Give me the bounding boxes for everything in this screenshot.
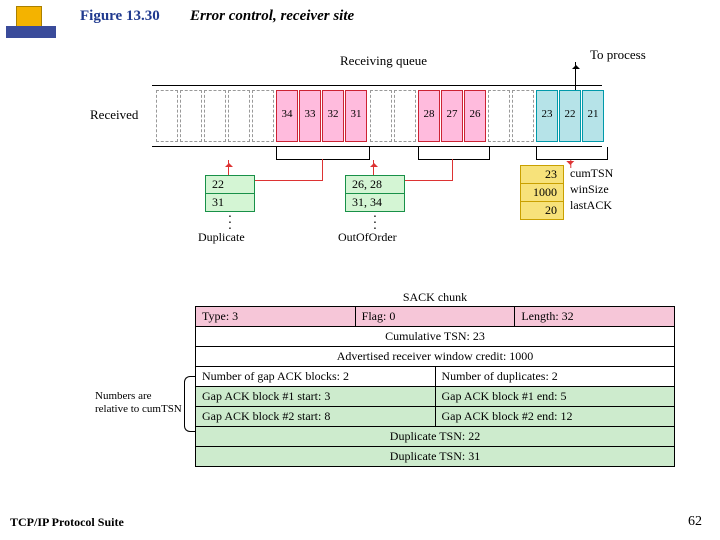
queue-cell: 32	[322, 90, 344, 142]
figure-title: Error control, receiver site	[190, 8, 354, 25]
lastack-label: lastACK	[570, 198, 612, 213]
state-cumtsn: 23	[520, 165, 564, 184]
page-number: 62	[688, 514, 702, 530]
sack-header-row: Type: 3 Flag: 0 Length: 32	[195, 306, 675, 327]
sack-dup1: Duplicate TSN: 22	[196, 427, 674, 446]
sack-length: Length: 32	[515, 307, 674, 326]
sack-title: SACK chunk	[195, 290, 675, 305]
sack-gap1-start: Gap ACK block #1 start: 3	[196, 387, 436, 406]
queue-cell: 27	[441, 90, 463, 142]
duplicate-box: 22 31 ···	[205, 175, 255, 233]
brace-icon	[184, 376, 195, 432]
queue-cell: 21	[582, 90, 604, 142]
queue-cell: 22	[559, 90, 581, 142]
ooo-line: 26, 28	[345, 175, 405, 194]
sack-dup-row: Duplicate TSN: 22	[195, 426, 675, 447]
sack-gap-row: Gap ACK block #2 start: 8 Gap ACK block …	[195, 406, 675, 427]
footer-title: TCP/IP Protocol Suite	[10, 515, 124, 530]
sack-gap1-end: Gap ACK block #1 end: 5	[436, 387, 675, 406]
dup-line: 22	[205, 175, 255, 194]
state-lastack: 20	[520, 201, 564, 220]
queue-cell: 34	[276, 90, 298, 142]
received-label: Received	[90, 107, 138, 123]
receiving-queue-label: Receiving queue	[340, 53, 427, 69]
queue-cell: 28	[418, 90, 440, 142]
sack-credit-row: Advertised receiver window credit: 1000	[195, 346, 675, 367]
sack-cum: Cumulative TSN: 23	[196, 327, 674, 346]
sack-dup-count: Number of duplicates: 2	[436, 367, 675, 386]
sack-counts-row: Number of gap ACK blocks: 2 Number of du…	[195, 366, 675, 387]
sack-dup-row: Duplicate TSN: 31	[195, 446, 675, 467]
sack-flag: Flag: 0	[356, 307, 516, 326]
sack-gap2-end: Gap ACK block #2 end: 12	[436, 407, 675, 426]
out-of-order-box: 26, 28 31, 34 ···	[345, 175, 405, 233]
diagram: Receiving queue To process Received 34 3…	[90, 35, 680, 295]
queue-cell: 23	[536, 90, 558, 142]
sack-chunk: SACK chunk Type: 3 Flag: 0 Length: 32 Cu…	[195, 290, 675, 467]
state-winsize: 1000	[520, 183, 564, 202]
sack-note: Numbers are relative to cumTSN	[95, 390, 185, 416]
sack-gap-row: Gap ACK block #1 start: 3 Gap ACK block …	[195, 386, 675, 407]
queue-cell: 26	[464, 90, 486, 142]
bracket-block3	[536, 147, 608, 160]
duplicate-label: Duplicate	[198, 230, 245, 245]
sack-gap2-start: Gap ACK block #2 start: 8	[196, 407, 436, 426]
queue-cell: 31	[345, 90, 367, 142]
winsize-label: winSize	[570, 182, 609, 197]
slide: Figure 13.30 Error control, receiver sit…	[0, 0, 720, 540]
sack-gap-count: Number of gap ACK blocks: 2	[196, 367, 436, 386]
sack-cum-row: Cumulative TSN: 23	[195, 326, 675, 347]
sack-type: Type: 3	[196, 307, 356, 326]
slide-logo	[6, 6, 56, 48]
out-of-order-label: OutOfOrder	[338, 230, 397, 245]
queue-cell: 33	[299, 90, 321, 142]
sack-credit: Advertised receiver window credit: 1000	[196, 347, 674, 366]
receiving-queue: 34 33 32 31 28 27 26 23 22 21	[152, 85, 602, 147]
state-box: 23 1000 20	[520, 165, 564, 220]
sack-dup2: Duplicate TSN: 31	[196, 447, 674, 466]
bracket-block2	[418, 147, 490, 160]
figure-number: Figure 13.30	[80, 8, 160, 25]
cumtsn-label: cumTSN	[570, 166, 613, 181]
to-process-label: To process	[590, 47, 646, 63]
